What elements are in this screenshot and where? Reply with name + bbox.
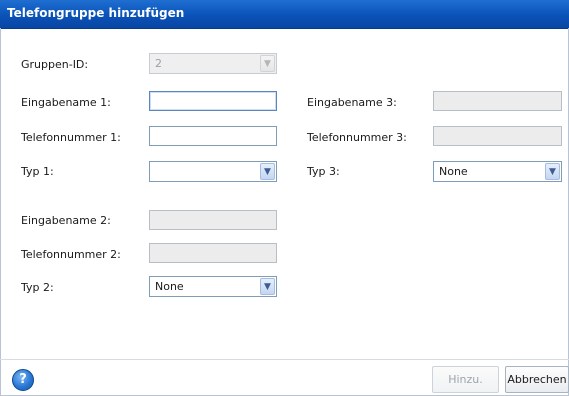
group-id-label: Gruppen-ID:	[21, 58, 89, 71]
add-button[interactable]: Hinzu.	[432, 366, 499, 393]
entry-name-1-label: Eingabename 1:	[21, 96, 111, 109]
phone-2-input	[149, 243, 277, 263]
entry-name-1-input[interactable]	[149, 91, 277, 111]
cancel-button[interactable]: Abbrechen	[505, 366, 569, 393]
dialog-frame	[0, 28, 569, 396]
chevron-down-icon: ▼	[260, 55, 275, 72]
chevron-down-icon[interactable]: ▼	[545, 163, 560, 180]
footer-divider	[0, 359, 569, 360]
group-id-select: 2 ▼	[149, 53, 277, 74]
phone-1-label: Telefonnummer 1:	[21, 131, 121, 144]
phone-2-label: Telefonnummer 2:	[21, 248, 121, 261]
type-1-label: Typ 1:	[21, 165, 54, 178]
phone-3-label: Telefonnummer 3:	[307, 131, 407, 144]
chevron-down-icon[interactable]: ▼	[260, 163, 275, 180]
help-icon[interactable]: ?	[12, 369, 34, 391]
phone-1-input[interactable]	[149, 126, 277, 146]
entry-name-2-label: Eingabename 2:	[21, 214, 111, 227]
entry-name-2-input	[149, 210, 277, 230]
type-3-label: Typ 3:	[307, 165, 340, 178]
type-2-label: Typ 2:	[21, 281, 54, 294]
type-2-select[interactable]: None ▼	[149, 276, 277, 297]
type-2-value: None	[155, 280, 184, 293]
type-1-select[interactable]: ▼	[149, 161, 277, 182]
type-3-select[interactable]: None ▼	[433, 161, 562, 182]
phone-3-input	[433, 126, 562, 146]
type-3-value: None	[439, 165, 468, 178]
dialog-title: Telefongruppe hinzufügen	[7, 6, 185, 20]
entry-name-3-label: Eingabename 3:	[307, 96, 397, 109]
dialog-titlebar: Telefongruppe hinzufügen	[0, 0, 569, 29]
group-id-value: 2	[155, 57, 162, 70]
chevron-down-icon[interactable]: ▼	[260, 278, 275, 295]
entry-name-3-input	[433, 91, 562, 111]
